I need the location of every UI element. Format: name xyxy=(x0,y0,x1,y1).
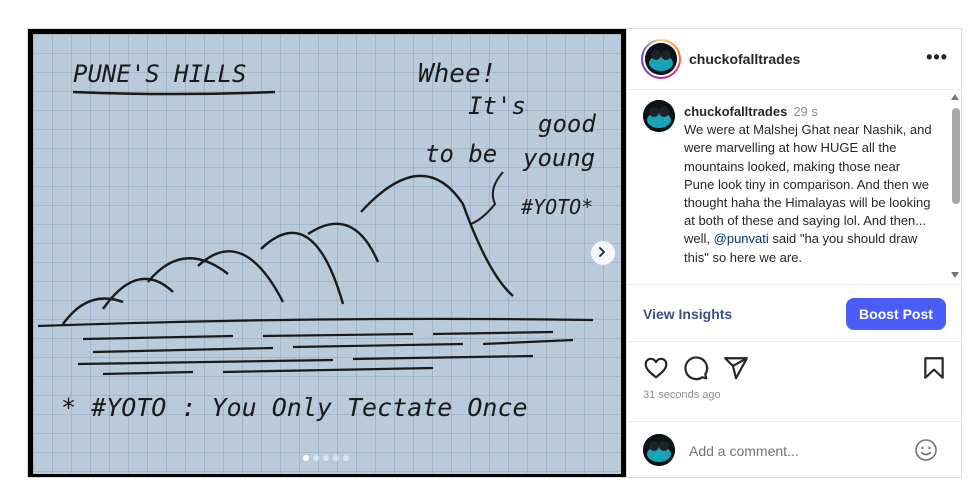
emoji-icon[interactable] xyxy=(914,438,938,462)
caption-scrollbar[interactable] xyxy=(950,94,960,280)
scroll-up-icon[interactable] xyxy=(951,94,959,100)
comment-icon[interactable] xyxy=(683,355,709,381)
scroll-down-icon[interactable] xyxy=(951,272,959,278)
post-username[interactable]: chuckofalltrades xyxy=(689,51,800,67)
post-header: chuckofalltrades ••• xyxy=(627,29,962,90)
caption-username[interactable]: chuckofalltrades xyxy=(684,104,787,119)
avatar xyxy=(643,434,675,466)
carousel-dot xyxy=(313,455,319,461)
sketch-quote-1: Whee! xyxy=(418,59,496,89)
sketch-quote-tag: #YOTO* xyxy=(520,195,593,219)
chevron-right-icon xyxy=(599,247,606,257)
carousel-indicator xyxy=(303,455,349,461)
comment-input[interactable] xyxy=(687,440,911,462)
posted-time: 31 seconds ago xyxy=(643,389,721,401)
caption-body-1: We were at Malshej Ghat near Nashik, and… xyxy=(684,122,932,247)
view-insights-link[interactable]: View Insights xyxy=(643,306,732,322)
add-comment-row xyxy=(627,421,962,478)
sketch-title: PUNE'S HILLS xyxy=(73,60,246,88)
post-image[interactable]: PUNE'S HILLS Whee! It's good to be young… xyxy=(28,29,626,477)
sketch-quote-5: young xyxy=(522,144,595,172)
avatar xyxy=(645,43,677,75)
carousel-dot xyxy=(323,455,329,461)
sketch-footnote: * #YOTO : You Only Tectate Once xyxy=(61,393,528,422)
boost-post-button[interactable]: Boost Post xyxy=(846,298,946,330)
scroll-thumb[interactable] xyxy=(952,108,960,204)
carousel-dot xyxy=(333,455,339,461)
caption-mention[interactable]: @punvati xyxy=(714,231,769,246)
more-options-icon[interactable]: ••• xyxy=(926,47,948,68)
caption-section: chuckofalltrades 29 s We were at Malshej … xyxy=(627,90,962,285)
carousel-next-button[interactable] xyxy=(591,241,615,265)
post-card: PUNE'S HILLS Whee! It's good to be young… xyxy=(27,28,962,478)
action-bar: 31 seconds ago xyxy=(627,341,962,421)
sketch-quote-3: good xyxy=(538,110,596,138)
caption-text: chuckofalltrades 29 s We were at Malshej … xyxy=(684,103,934,267)
bookmark-icon[interactable] xyxy=(921,355,947,381)
hill-sketch-image: PUNE'S HILLS Whee! It's good to be young… xyxy=(33,34,621,474)
post-sidebar: chuckofalltrades ••• chuckofalltrades 29 … xyxy=(626,29,962,477)
heart-icon[interactable] xyxy=(643,355,669,381)
sketch-quote-4: to be xyxy=(425,140,497,168)
share-icon[interactable] xyxy=(723,355,749,381)
insights-row: View Insights Boost Post xyxy=(627,285,962,342)
caption-time: 29 s xyxy=(793,104,818,119)
story-ring[interactable] xyxy=(641,39,681,79)
carousel-dot xyxy=(303,455,309,461)
avatar[interactable] xyxy=(643,100,675,132)
carousel-dot xyxy=(343,455,349,461)
sketch-quote-2: It's xyxy=(468,92,526,120)
